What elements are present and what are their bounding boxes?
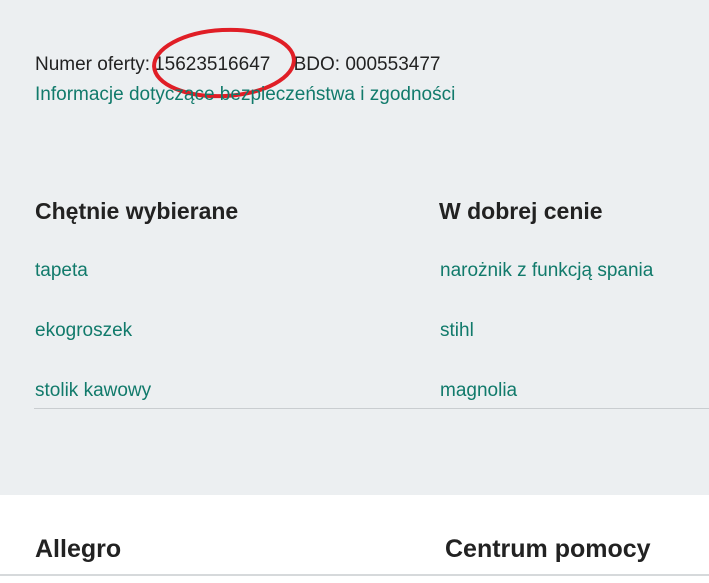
safety-compliance-link[interactable]: Informacje dotyczące bezpieczeństwa i zg…: [35, 83, 455, 107]
section-divider: [34, 408, 709, 409]
popular-link-stolik-kawowy[interactable]: stolik kawowy: [35, 379, 151, 403]
footer-help-center-heading[interactable]: Centrum pomocy: [445, 534, 651, 564]
offer-number-value: 15623516647: [154, 54, 271, 75]
offer-info-line: Numer oferty: 15623516647 BDO: 000553477: [35, 53, 440, 77]
offer-number-label: Numer oferty:: [35, 54, 151, 75]
bdo-number: BDO: 000553477: [293, 54, 441, 75]
good-price-link-magnolia[interactable]: magnolia: [440, 379, 517, 403]
popular-heading: Chętnie wybierane: [35, 198, 239, 224]
popular-link-tapeta[interactable]: tapeta: [35, 259, 88, 283]
good-price-heading: W dobrej cenie: [439, 198, 603, 224]
good-price-link-stihl[interactable]: stihl: [440, 319, 474, 343]
footer-allegro-heading[interactable]: Allegro: [35, 534, 121, 564]
popular-link-ekogroszek[interactable]: ekogroszek: [35, 319, 132, 343]
good-price-link-naroznik[interactable]: narożnik z funkcją spania: [440, 259, 653, 283]
footer-divider: [0, 574, 709, 576]
